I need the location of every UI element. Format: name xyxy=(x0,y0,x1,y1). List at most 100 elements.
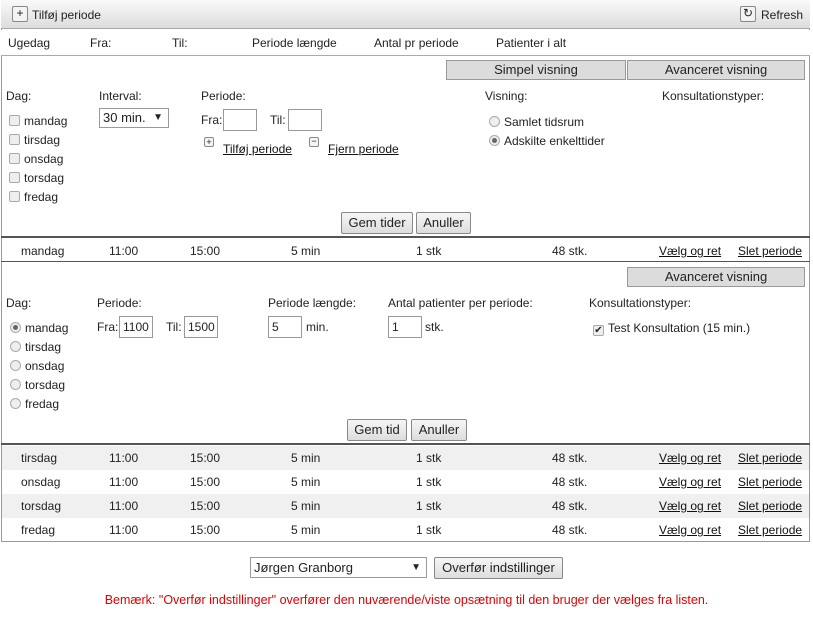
dropdown-arrow-icon: ▼ xyxy=(153,112,163,123)
konsult-checkbox[interactable]: ✔ Test Konsultation (15 min.) xyxy=(593,321,750,336)
remove-period-link[interactable]: Fjern periode xyxy=(328,142,399,156)
til-label: Til: xyxy=(166,320,182,334)
radio-samlet-tidsrum[interactable]: Samlet tidsrum xyxy=(489,113,605,132)
delete-link[interactable]: Slet periode xyxy=(738,244,802,258)
divider xyxy=(1,443,810,445)
interval-select[interactable]: 30 min. ▼ xyxy=(99,108,169,128)
cell-day: torsdag xyxy=(21,499,62,513)
plus-icon[interactable]: + xyxy=(204,137,214,147)
cell-fra: 11:00 xyxy=(109,523,139,537)
table-header: Ugedag Fra: Til: Periode længde Antal pr… xyxy=(1,30,810,56)
table-row: torsdag 11:00 15:00 5 min 1 stk 48 stk. Vælg o… xyxy=(2,494,809,518)
til-input[interactable]: 1500 xyxy=(184,316,218,338)
fra-input[interactable] xyxy=(223,109,257,131)
cell-delete[interactable]: Slet periode xyxy=(738,475,802,489)
cell-edit[interactable]: Vælg og ret xyxy=(659,499,721,513)
day-checkbox-tirsdag[interactable]: tirsdag xyxy=(9,131,67,150)
cell-fra: 11:00 xyxy=(109,451,139,465)
refresh-button[interactable]: Refresh xyxy=(761,8,803,22)
periode-label: Periode: xyxy=(97,296,142,310)
add-period-link[interactable]: Tilføj periode xyxy=(223,142,292,156)
konsult-label: Konsultationstyper: xyxy=(662,89,765,103)
cell-delete[interactable]: Slet periode xyxy=(738,499,802,513)
divider xyxy=(1,236,810,238)
save-time-button[interactable]: Gem tid xyxy=(347,419,407,441)
interval-label: Interval: xyxy=(99,89,142,103)
til-label: Til: xyxy=(270,113,286,127)
cell-delete[interactable]: Slet periode xyxy=(738,451,802,465)
plus-icon[interactable]: + xyxy=(12,6,28,22)
toolbar: + Tilføj periode ↻ Refresh xyxy=(1,0,810,29)
cell-til: 15:00 xyxy=(190,244,221,258)
table-row: mandag 11:00 15:00 5 min 1 stk 48 stk. V… xyxy=(2,239,809,263)
visning-radios: Samlet tidsrum Adskilte enkelttider xyxy=(489,113,605,151)
advanced-view-button[interactable]: Avanceret visning xyxy=(627,60,805,80)
cell-edit[interactable]: Vælg og ret xyxy=(659,451,721,465)
cell-edit[interactable]: Vælg og ret xyxy=(659,523,721,537)
transfer-settings-button[interactable]: Overfør indstillinger xyxy=(434,557,563,579)
edit-link[interactable]: Vælg og ret xyxy=(659,244,721,258)
fra-label: Fra: xyxy=(201,113,223,127)
day-radio-mandag[interactable]: mandag xyxy=(10,319,68,338)
user-select[interactable]: Jørgen Granborg ▼ xyxy=(250,557,427,578)
dag-label: Dag: xyxy=(6,296,32,310)
cancel-button[interactable]: Anuller xyxy=(411,419,467,441)
cell-fra: 11:00 xyxy=(109,244,139,258)
radio-adskilte-enkelttider[interactable]: Adskilte enkelttider xyxy=(489,132,605,151)
fra-input[interactable]: 1100 xyxy=(119,316,153,338)
advanced-view-button[interactable]: Avanceret visning xyxy=(627,267,805,287)
add-period-toolbar-button[interactable]: Tilføj periode xyxy=(32,8,101,22)
cell-delete[interactable]: Slet periode xyxy=(738,523,802,537)
save-times-button[interactable]: Gem tider xyxy=(341,212,413,234)
cell-antal: 1 stk xyxy=(416,523,442,537)
day-checkboxes: mandag tirsdag onsdag torsdag fredag xyxy=(9,112,67,207)
cell-total: 48 stk. xyxy=(552,499,588,513)
dag-label: Dag: xyxy=(6,89,32,103)
cell-til: 15:00 xyxy=(190,523,221,537)
day-radio-onsdag[interactable]: onsdag xyxy=(10,357,68,376)
length-input[interactable]: 5 xyxy=(268,316,302,338)
length-unit: min. xyxy=(306,320,329,334)
cell-day: onsdag xyxy=(21,475,61,489)
day-radio-tirsdag[interactable]: tirsdag xyxy=(10,338,68,357)
cell-day: mandag xyxy=(21,244,65,258)
day-checkbox-fredag[interactable]: fredag xyxy=(9,188,67,207)
cell-length: 5 min xyxy=(291,451,321,465)
antal-unit: stk. xyxy=(425,320,444,334)
day-checkbox-torsdag[interactable]: torsdag xyxy=(9,169,67,188)
day-radios: mandag tirsdag onsdag torsdag fredag xyxy=(10,319,68,414)
refresh-icon[interactable]: ↻ xyxy=(740,6,756,22)
visning-label: Visning: xyxy=(485,89,528,103)
cell-total: 48 stk. xyxy=(552,451,588,465)
day-checkbox-onsdag[interactable]: onsdag xyxy=(9,150,67,169)
cell-antal: 1 stk xyxy=(416,499,442,513)
antal-input[interactable]: 1 xyxy=(388,316,422,338)
cell-fra: 11:00 xyxy=(109,499,139,513)
day-checkbox-mandag[interactable]: mandag xyxy=(9,112,67,131)
fra-label: Fra: xyxy=(97,320,119,334)
cell-til: 15:00 xyxy=(190,475,221,489)
cell-til: 15:00 xyxy=(190,499,221,513)
cell-length: 5 min xyxy=(291,499,321,513)
dropdown-arrow-icon: ▼ xyxy=(411,562,421,573)
minus-icon[interactable]: − xyxy=(309,137,319,147)
cell-day: tirsdag xyxy=(21,451,58,465)
day-radio-fredag[interactable]: fredag xyxy=(10,395,68,414)
cell-total: 48 stk. xyxy=(552,475,588,489)
simple-view-button[interactable]: Simpel visning xyxy=(446,60,626,80)
note-text: Bemærk: "Overfør indstillinger" overføre… xyxy=(104,593,709,607)
cell-antal: 1 stk xyxy=(416,475,442,489)
col-total: Patienter i alt xyxy=(496,36,567,50)
cell-length: 5 min xyxy=(291,244,321,258)
col-length: Periode længde xyxy=(252,36,337,50)
cell-edit[interactable]: Vælg og ret xyxy=(659,475,721,489)
cell-length: 5 min xyxy=(291,523,321,537)
cancel-button[interactable]: Anuller xyxy=(416,212,471,234)
cell-til: 15:00 xyxy=(190,451,221,465)
periode-label: Periode: xyxy=(201,89,246,103)
cell-antal: 1 stk xyxy=(416,244,442,258)
antal-label: Antal patienter per periode: xyxy=(388,296,533,310)
til-input[interactable] xyxy=(288,109,322,131)
day-radio-torsdag[interactable]: torsdag xyxy=(10,376,68,395)
col-til: Til: xyxy=(172,36,188,50)
